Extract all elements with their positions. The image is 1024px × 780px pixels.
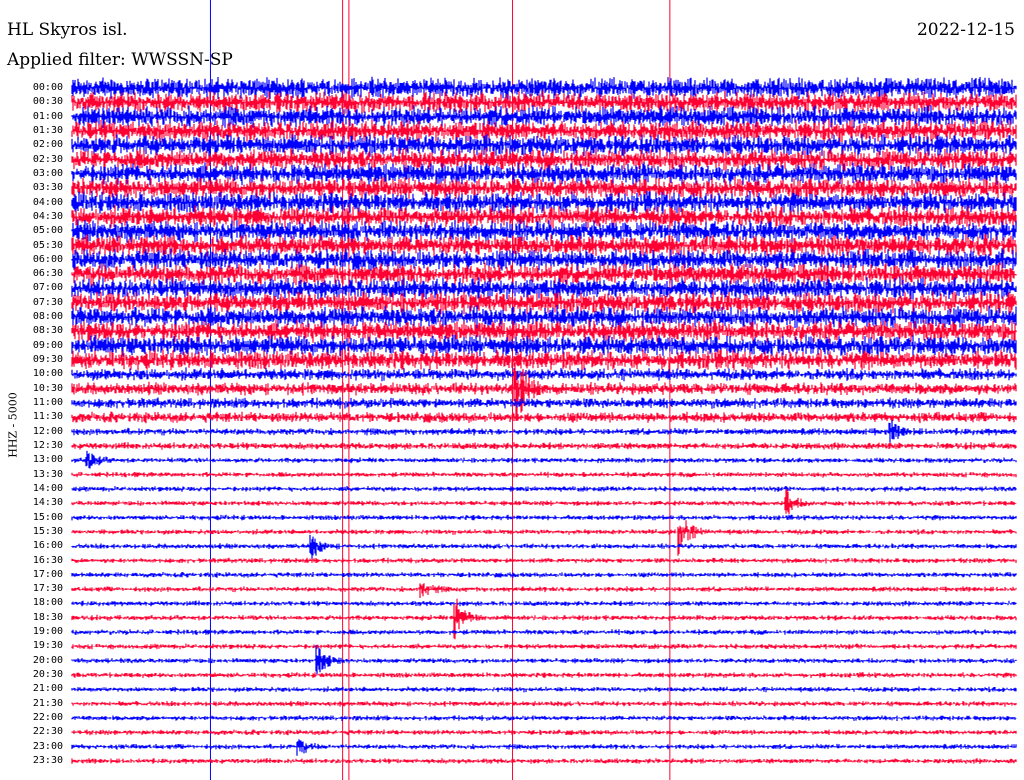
trace-row-1700 [71,572,1017,578]
helicorder-plot [71,0,1017,780]
trace-row-1430 [71,489,1017,514]
trace-row-2130 [71,700,1017,707]
trace-row-0030 [71,90,1017,115]
trace-row-2100 [71,686,1017,693]
trace-row-1100 [71,397,1017,409]
trace-row-1330 [71,471,1017,478]
trace-row-1500 [71,514,1017,521]
trace-row-2030 [71,672,1017,678]
trace-row-1130 [71,411,1017,424]
trace-row-2200 [71,715,1017,721]
trace-row-2300 [71,739,1017,756]
trace-row-1230 [71,442,1017,450]
trace-row-1630 [71,557,1017,564]
trace-row-1900 [71,629,1017,636]
trace-row-1600 [71,534,1017,559]
trace-row-1400 [71,486,1017,492]
trace-row-1930 [71,643,1017,650]
trace-row-2230 [71,729,1017,736]
trace-row-1530 [71,520,1017,556]
trace-row-1800 [71,600,1017,607]
trace-row-2330 [71,758,1017,764]
trace-row-1000 [71,367,1017,382]
trace-row-2000 [71,645,1017,675]
trace-row-1730 [71,583,1017,598]
trace-row-0930 [71,349,1017,371]
trace-row-1300 [71,450,1017,469]
trace-row-1200 [71,420,1017,443]
